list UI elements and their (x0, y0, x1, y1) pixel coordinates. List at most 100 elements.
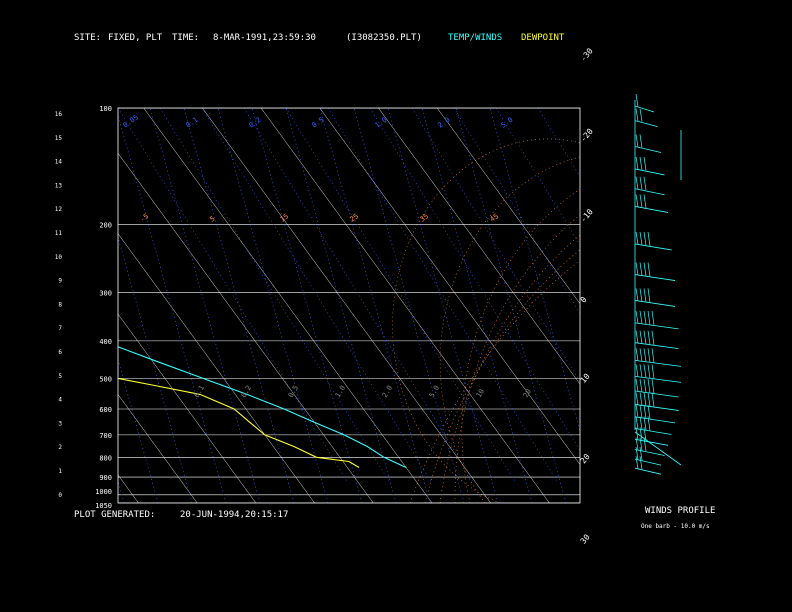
wind-barb (634, 467, 662, 475)
saturation-line (243, 108, 475, 484)
height-tick-label: 5 (58, 373, 62, 380)
wind-barb-flag (643, 392, 647, 406)
wind-barb-flag (651, 348, 655, 363)
wind-barb (634, 322, 679, 330)
wind-barb-flag (651, 378, 655, 394)
wind-barb-flag (643, 231, 647, 246)
mixing-ratio-label: 1.0 (374, 116, 389, 130)
wind-barb-flag (639, 330, 643, 344)
height-tick-label: 1 (58, 468, 62, 475)
wind-barb-flag (647, 392, 651, 407)
wind-barb (634, 438, 669, 446)
wind-barb-flag (643, 404, 647, 419)
wind-barb-flag (647, 288, 651, 303)
height-tick-label: 7 (58, 325, 62, 332)
wind-barb-flag (635, 262, 639, 276)
mixing-ratio-line (455, 108, 567, 503)
isotherm-line (118, 394, 198, 503)
mixing-ratio-line (319, 108, 431, 503)
pressure-tick-label: 400 (99, 338, 112, 346)
wind-barb-flag (635, 93, 639, 107)
pressure-tick-label: 200 (99, 221, 112, 229)
mixing-ratio-line (489, 108, 580, 433)
right-temp-tick-label: 20 (579, 452, 592, 465)
wind-barb (634, 274, 676, 281)
pressure-tick-label: 800 (99, 454, 112, 462)
pressure-tick-label: 1050 (95, 502, 112, 510)
height-tick-label: 8 (58, 301, 62, 308)
wind-barb (634, 458, 662, 466)
isotherm-line (202, 108, 491, 503)
pressure-tick-label: 100 (99, 105, 112, 113)
saturation-line (411, 108, 580, 383)
dry-adiabat-label: -5 (139, 212, 151, 223)
wind-barb-flag (639, 404, 643, 418)
wind-barb-flag (635, 404, 639, 418)
wind-barb-flag (643, 194, 647, 208)
winds-profile-title: WINDS PROFILE (645, 506, 716, 516)
wind-barb-flag (635, 348, 639, 361)
mixing-ratio-line (285, 108, 397, 503)
wind-barb-flag (643, 310, 647, 325)
wind-barb-flag (639, 378, 643, 393)
dry-adiabat-line (392, 138, 580, 503)
wind-barb-flag (639, 262, 643, 276)
mixing-ratio-line (251, 108, 363, 503)
wind-barb-flag (639, 310, 643, 324)
wind-barb-flag (635, 231, 639, 245)
wind-barb-flag (651, 364, 655, 379)
wind-barb-flag (643, 156, 647, 171)
wind-barb-flag (635, 176, 639, 190)
mixing-ratio-line (118, 113, 227, 503)
wind-barb (634, 168, 665, 176)
wind-barb-flag (635, 310, 639, 324)
saturation-line (285, 108, 517, 484)
mixing-ratio-line (183, 108, 295, 503)
wind-barb-flag (647, 330, 651, 345)
dry-adiabat-label: 45 (489, 212, 501, 223)
wind-barb-flag (647, 231, 651, 246)
wind-barb-flag (639, 348, 643, 362)
right-temp-tick-label: -10 (579, 207, 595, 224)
wind-barb (634, 206, 669, 213)
pressure-tick-label: 700 (99, 432, 112, 440)
wind-barb-flag (635, 156, 639, 170)
pressure-tick-label: 600 (99, 406, 112, 414)
dry-adiabat-label: 15 (279, 212, 291, 223)
wind-barb-flag (647, 262, 651, 277)
height-tick-label: 4 (58, 397, 62, 404)
height-tick-label: 12 (55, 206, 63, 213)
mixing-ratio-label: 2.0 (437, 116, 452, 130)
wind-barb-flag (643, 348, 647, 362)
isotherm-line (378, 108, 580, 385)
saturation-line (327, 108, 559, 484)
dry-adiabat-label: 5 (209, 215, 217, 224)
mixing-ratio-low-label: 20 (522, 388, 533, 399)
mixing-ratio-label: 0.05 (122, 113, 140, 129)
plot-generated-label: PLOT GENERATED: (74, 510, 156, 520)
pressure-tick-label: 300 (99, 290, 112, 298)
mixing-ratio-low-label: 5.0 (428, 384, 441, 399)
wind-barb (634, 120, 658, 128)
dry-adiabat-line (439, 234, 580, 503)
wind-barb-flag (647, 348, 651, 363)
right-temp-tick-label: 10 (579, 372, 592, 385)
wind-barb-flag (643, 288, 647, 302)
isotherm-line (118, 233, 315, 503)
dry-adiabat-line (409, 260, 580, 503)
wind-barb (634, 105, 655, 113)
height-tick-label: 16 (55, 111, 63, 118)
wind-barb-flag (635, 288, 639, 302)
dry-adiabat-line (439, 156, 580, 503)
wind-barb (634, 390, 679, 398)
height-tick-label: 11 (55, 230, 63, 237)
skew-t-diagram: 1002003004005006007008009001000105001234… (55, 46, 682, 546)
mixing-ratio-low-label: 0.5 (287, 384, 300, 399)
wind-barb (634, 243, 672, 251)
isotherm-line (118, 152, 374, 503)
wind-barb-flag (651, 330, 655, 346)
wind-barb-flag (647, 364, 651, 379)
dry-adiabat-label: 25 (349, 212, 361, 223)
wind-barb-flag (647, 378, 651, 394)
height-tick-label: 3 (58, 420, 62, 427)
